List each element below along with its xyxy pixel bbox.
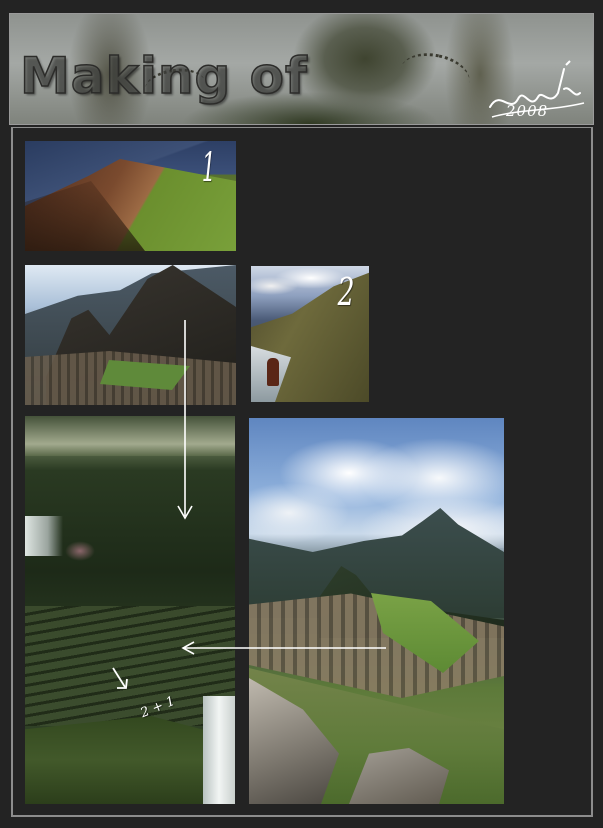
- waterfall-left: [25, 516, 63, 556]
- waterfall-right: [203, 696, 235, 804]
- machu-picchu-peak-photo: [25, 265, 236, 405]
- mist-glow: [65, 541, 95, 561]
- banner-title: Making of: [19, 46, 308, 106]
- banner-year: 2008: [506, 102, 549, 120]
- cumulus-clouds: [249, 418, 504, 548]
- composite-jungle-artwork: [25, 416, 235, 804]
- step-number-1: 1: [201, 145, 216, 191]
- standing-figure: [267, 358, 279, 386]
- chain-decoration: [396, 47, 474, 104]
- header-banner: Making of 2008: [9, 13, 594, 125]
- machu-picchu-wide-photo: [249, 418, 504, 804]
- step-number-2: 2: [337, 270, 355, 314]
- overcast-sky: [25, 416, 235, 456]
